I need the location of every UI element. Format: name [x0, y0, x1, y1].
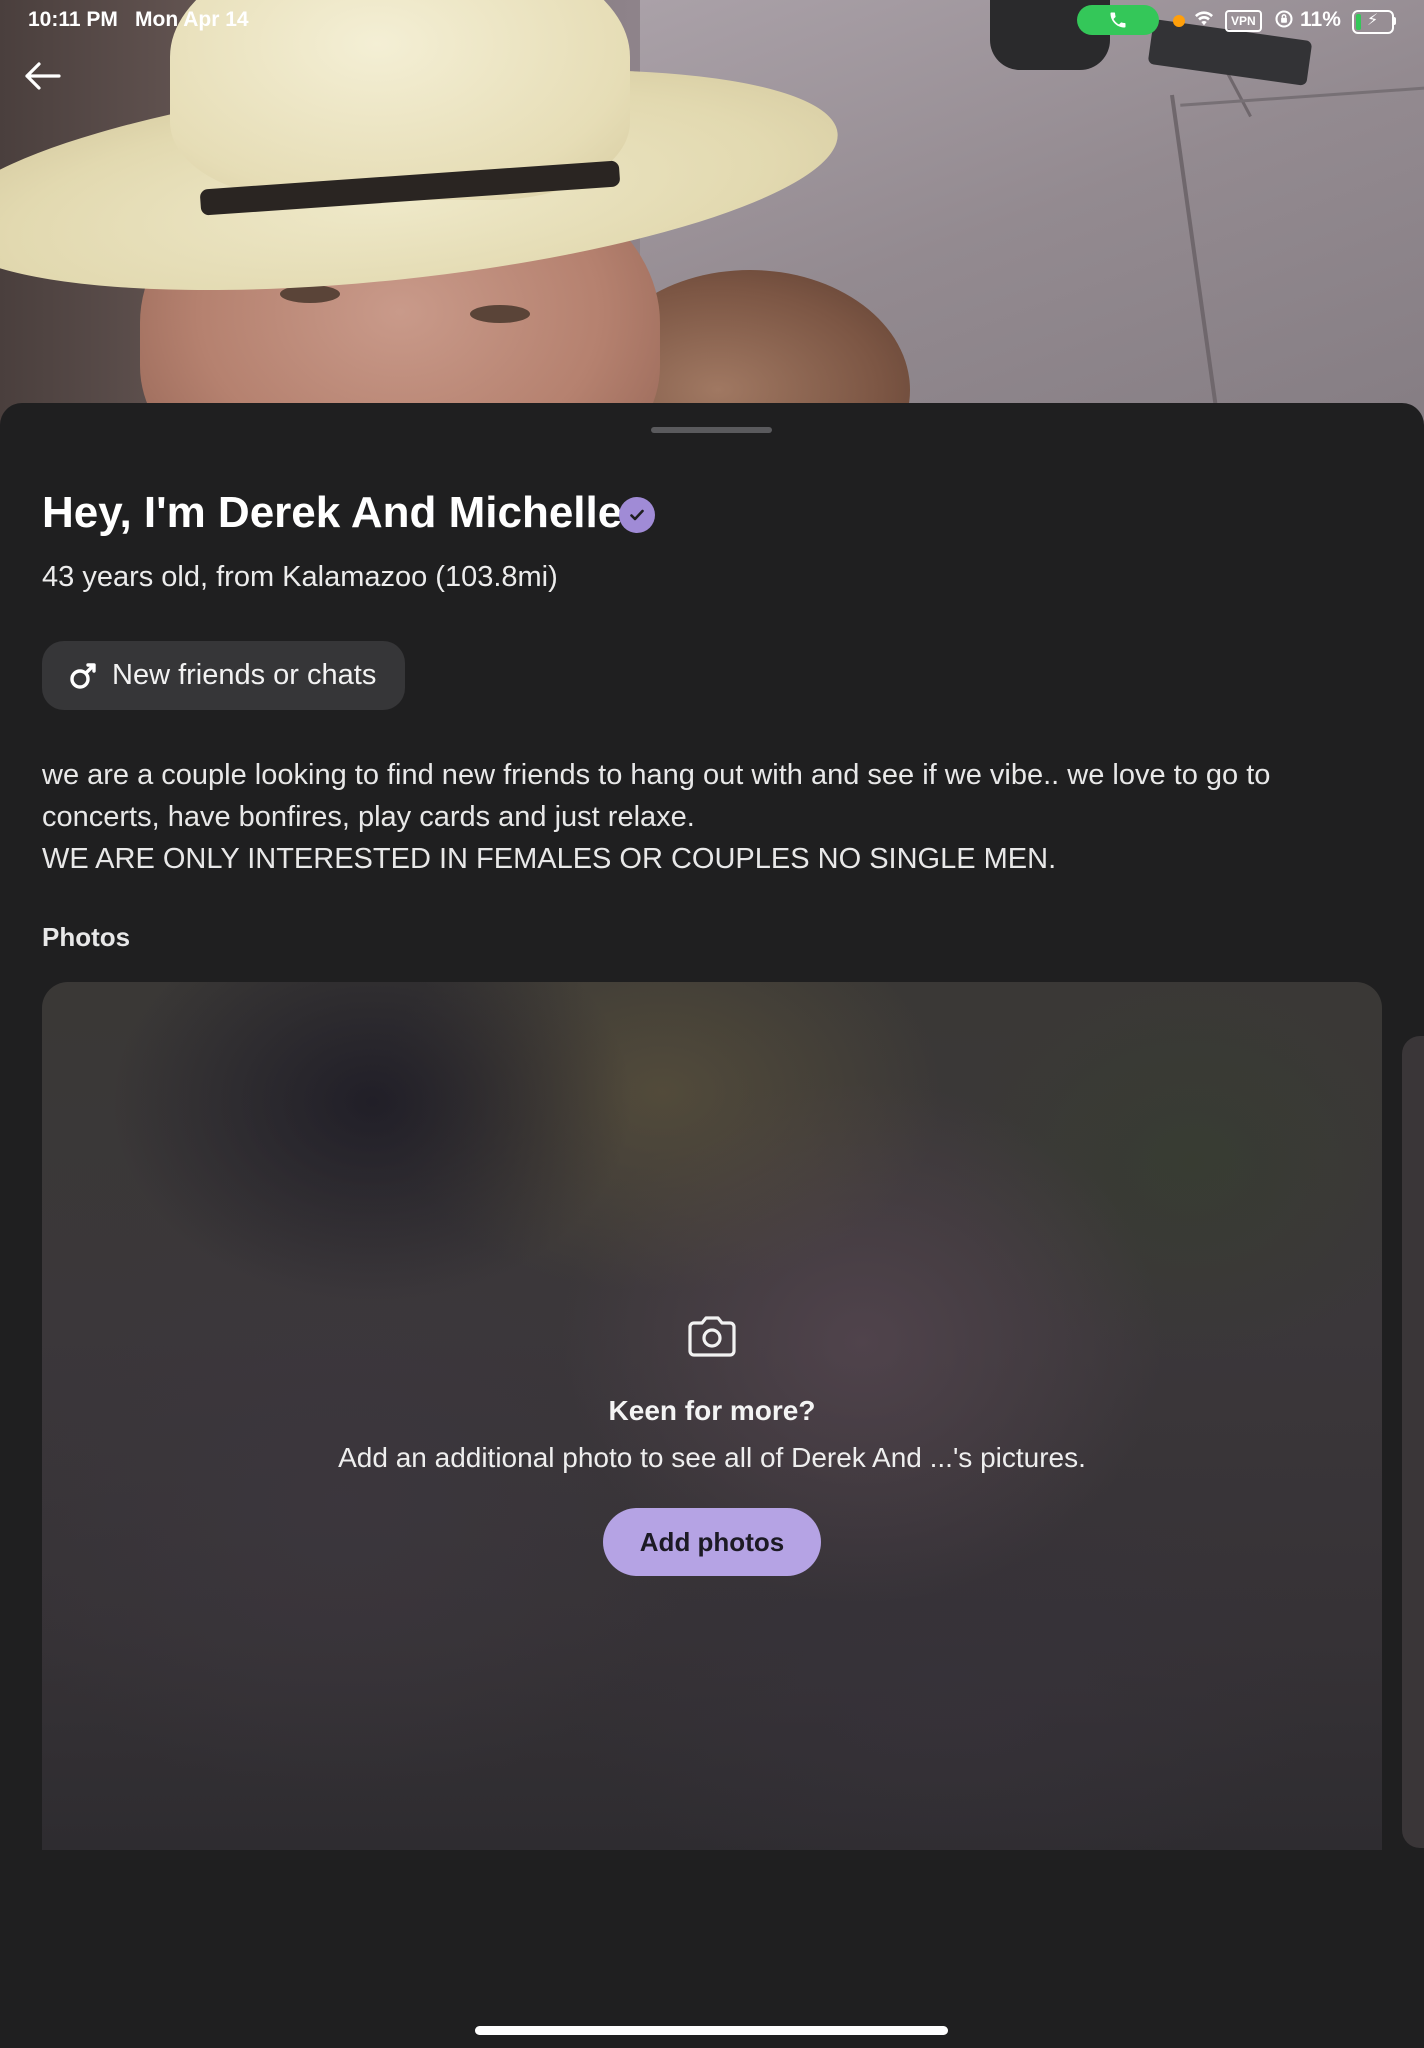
status-bar: 10:11 PM Mon Apr 14 VPN 11% ⚡ — [0, 0, 1424, 44]
profile-bio: we are a couple looking to find new frie… — [42, 754, 1392, 880]
locked-photos-subtitle: Add an additional photo to see all of De… — [338, 1442, 1086, 1473]
battery-tip — [1393, 17, 1396, 25]
back-button[interactable] — [18, 52, 66, 100]
vpn-badge: VPN — [1225, 10, 1262, 32]
battery-level — [1356, 14, 1361, 30]
sheet-grabber[interactable] — [651, 427, 772, 433]
home-indicator[interactable] — [475, 2026, 948, 2035]
phone-icon — [1110, 12, 1126, 28]
rotation-lock-icon — [1274, 9, 1294, 35]
gender-symbol-icon — [70, 662, 96, 689]
verified-check-icon — [619, 497, 655, 533]
status-date: Mon Apr 14 — [135, 8, 249, 31]
add-photos-button[interactable]: Add photos — [603, 1508, 821, 1576]
status-time: 10:11 PM — [28, 8, 118, 31]
wifi-icon — [1193, 9, 1215, 32]
active-call-pill[interactable] — [1077, 5, 1159, 35]
battery-percent: 11% — [1300, 8, 1341, 31]
camera-icon — [688, 1316, 736, 1357]
profile-age-location: 43 years old, from Kalamazoo (103.8mi) — [42, 561, 558, 593]
intent-label: New friends or chats — [112, 659, 377, 691]
locked-photos-title: Keen for more? — [608, 1395, 816, 1426]
charging-bolt-icon: ⚡ — [1367, 12, 1379, 29]
privacy-indicator-dot — [1173, 15, 1185, 27]
profile-hero-photo[interactable] — [0, 0, 1424, 430]
photos-section-label: Photos — [42, 922, 131, 952]
bio-line: WE ARE ONLY INTERESTED IN FEMALES OR COU… — [42, 843, 1057, 875]
profile-title: Hey, I'm Derek And Michelle — [42, 488, 623, 537]
photo-detail — [470, 305, 530, 323]
intent-chip[interactable]: New friends or chats — [42, 641, 405, 710]
back-arrow-icon — [25, 62, 61, 90]
battery-icon: ⚡ — [1352, 10, 1394, 34]
bio-line: we are a couple looking to find new frie… — [42, 759, 1271, 833]
